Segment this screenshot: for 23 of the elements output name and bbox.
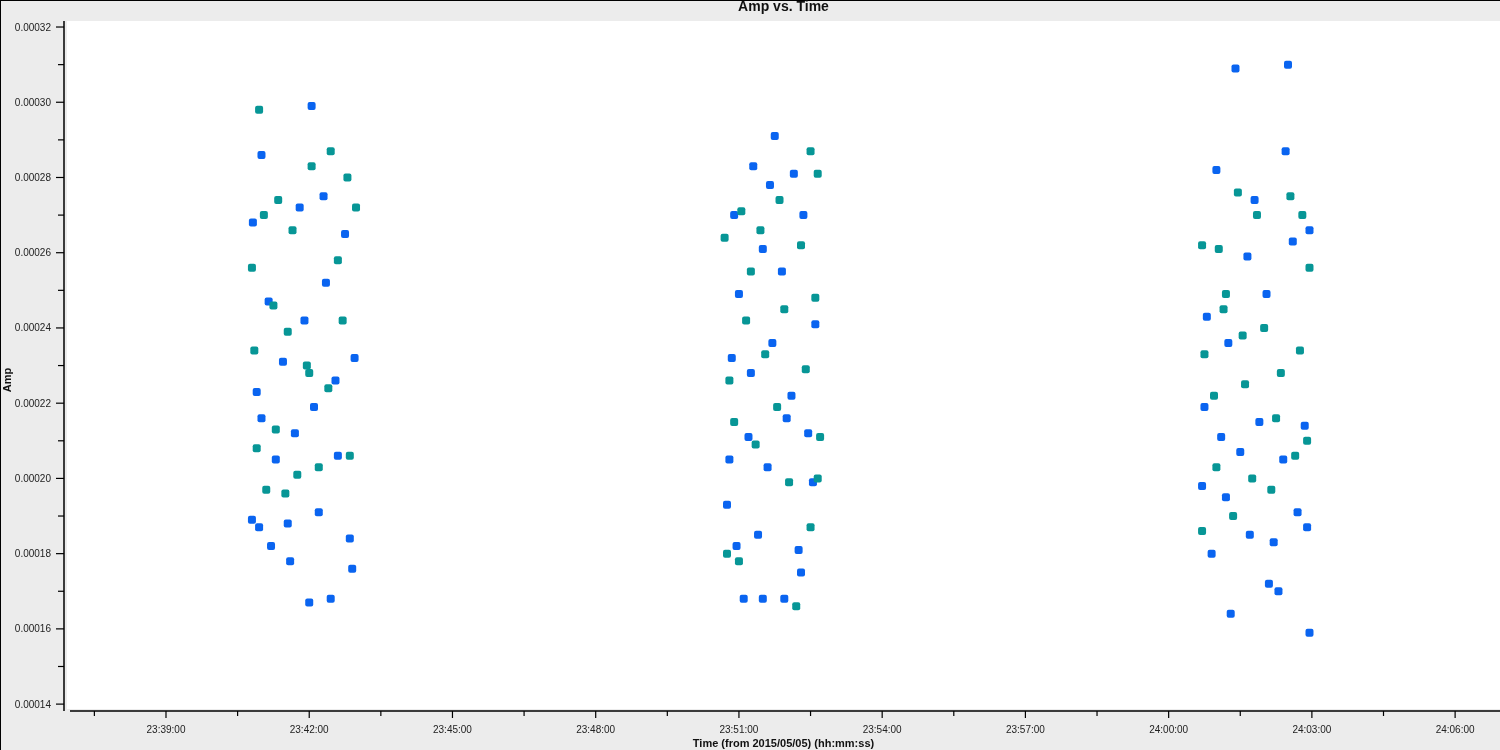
y-tick-label: 0.00024 — [14, 322, 51, 334]
y-tick-label: 0.00026 — [14, 247, 51, 259]
x-tick-label: 23:57:00 — [1005, 724, 1045, 735]
y-tick-label: 0.00030 — [14, 96, 51, 108]
x-tick-label: 23:51:00 — [719, 724, 759, 735]
x-tick-label: 23:39:00 — [146, 724, 186, 735]
x-tick-label: 23:54:00 — [862, 724, 902, 735]
y-tick-label: 0.00018 — [14, 548, 51, 560]
x-tick-label: 24:06:00 — [1435, 724, 1475, 735]
x-tick-label: 24:03:00 — [1292, 724, 1332, 735]
y-tick-label: 0.00028 — [14, 172, 51, 183]
y-tick-label: 0.00016 — [14, 623, 51, 635]
y-tick-label: 0.00022 — [14, 397, 51, 409]
y-tick-label: 0.00020 — [14, 472, 51, 484]
x-axis-label: Time (from 2015/05/05) (hh:mm:ss) — [692, 738, 875, 749]
plot-title: Amp vs. Time — [738, 0, 829, 13]
x-tick-label: 24:00:00 — [1149, 724, 1189, 735]
y-tick-label: 0.00014 — [14, 698, 51, 710]
x-tick-label: 23:45:00 — [433, 724, 472, 735]
y-tick-label: 0.00032 — [14, 21, 51, 33]
x-tick-label: 23:42:00 — [289, 724, 329, 735]
y-axis-label: Amp — [1, 367, 13, 393]
x-tick-label: 23:48:00 — [576, 724, 616, 735]
